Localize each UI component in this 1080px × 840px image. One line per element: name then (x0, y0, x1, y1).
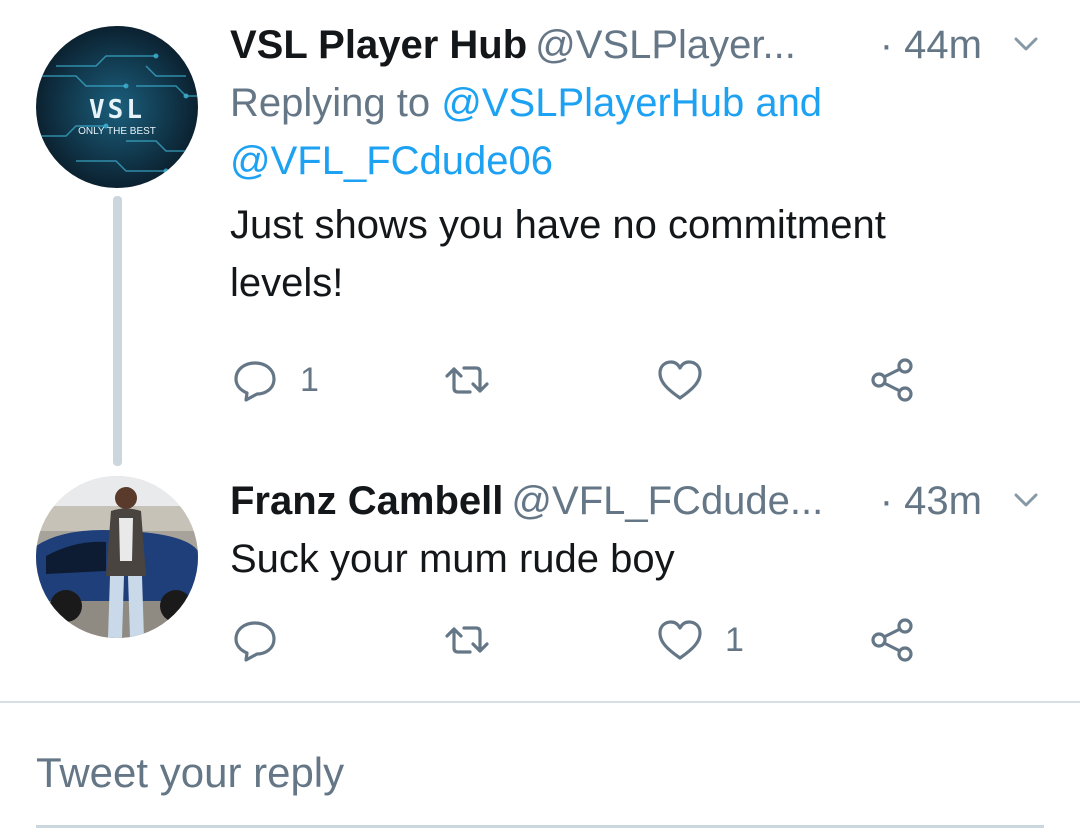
tweet-header: Franz Cambell @VFL_FCdude... · 43m (230, 476, 1044, 526)
tweet-text: Suck your mum rude boy (230, 530, 1044, 588)
tweet-text-line: Suck your mum rude boy (230, 537, 675, 581)
svg-text:VSL: VSL (89, 95, 145, 125)
tweet-header: VSL Player Hub @VSLPlayer... · 44m (230, 20, 1044, 70)
tweet-2[interactable]: Franz Cambell @VFL_FCdude... · 43m Suck y… (0, 470, 1080, 700)
like-button[interactable]: 1 (655, 610, 744, 670)
chevron-down-icon[interactable] (1012, 486, 1040, 514)
tweet-text-line: levels! (230, 261, 344, 305)
tweet-actions: 1 (230, 350, 930, 410)
share-button[interactable] (867, 350, 917, 410)
reply-icon (234, 361, 276, 402)
tweet-text-line: Just shows you have no commitment (230, 203, 886, 247)
mention-and[interactable]: and (744, 81, 822, 125)
heart-icon (658, 620, 702, 660)
retweet-button[interactable] (442, 350, 512, 410)
vsl-logo-icon: VSL ONLY THE BEST (36, 26, 198, 188)
share-button[interactable] (867, 610, 917, 670)
tweet-timestamp[interactable]: · 44m (880, 20, 982, 70)
replying-prefix: Replying to (230, 81, 442, 125)
tweet-timestamp[interactable]: · 43m (880, 476, 982, 526)
tweet-text: Just shows you have no commitment levels… (230, 196, 1044, 312)
display-name[interactable]: VSL Player Hub (230, 23, 527, 67)
like-count: 1 (725, 620, 744, 659)
profile-photo-icon (36, 476, 198, 638)
user-handle[interactable]: @VSLPlayer... (535, 23, 796, 67)
reply-placeholder[interactable]: Tweet your reply (36, 735, 1044, 811)
like-button[interactable] (655, 350, 725, 410)
retweet-icon (445, 366, 489, 394)
mention-link[interactable]: @VSLPlayerHub (441, 81, 744, 125)
retweet-button[interactable] (442, 610, 512, 670)
heart-icon (658, 360, 702, 400)
tweet-actions: 1 (230, 610, 930, 670)
retweet-icon (445, 626, 489, 654)
replying-to: Replying to @VSLPlayerHub and @VFL_FCdud… (230, 74, 1044, 190)
avatar-vsl[interactable]: VSL ONLY THE BEST (36, 26, 198, 188)
reply-count: 1 (300, 360, 319, 399)
share-icon (871, 358, 913, 402)
mention-link[interactable]: @VFL_FCdude06 (230, 139, 553, 183)
divider (0, 701, 1080, 703)
reply-button[interactable] (230, 610, 300, 670)
user-handle[interactable]: @VFL_FCdude... (511, 479, 823, 523)
reply-button[interactable]: 1 (230, 350, 319, 410)
thread-connector-line (113, 196, 122, 466)
reply-input[interactable]: Tweet your reply (36, 735, 1044, 828)
chevron-down-icon[interactable] (1012, 30, 1040, 58)
avatar-franz-cambell[interactable] (36, 476, 198, 638)
svg-text:ONLY THE BEST: ONLY THE BEST (78, 126, 156, 137)
display-name[interactable]: Franz Cambell (230, 479, 503, 523)
tweet-thread: VSL ONLY THE BEST VSL Player Hub @VSLPlay… (0, 0, 1080, 840)
reply-icon (234, 621, 276, 662)
share-icon (871, 618, 913, 662)
tweet-1[interactable]: VSL ONLY THE BEST VSL Player Hub @VSLPlay… (0, 0, 1080, 470)
